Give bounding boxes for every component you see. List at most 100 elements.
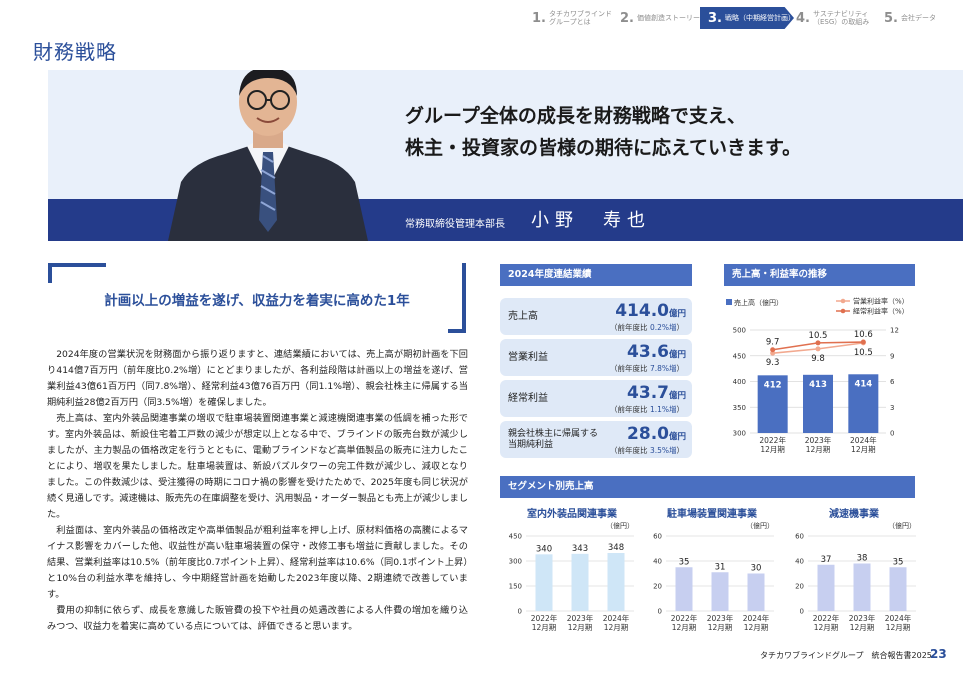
y-tick-label: 300 [733,430,746,438]
bar-value-label: 414 [854,379,872,389]
kpi-value: 43.7億円 [627,383,686,403]
x-tick-label: 2022年 [671,613,698,623]
y-tick-label: 60 [653,533,662,541]
segment-panel-header: セグメント別売上高 [500,476,915,498]
kpi-change-prefix: （前年度比 [610,364,650,373]
kpi-change-value: 0.2%増 [649,323,677,332]
body-text: 2024年度の営業状況を財務面から振り返りますと、連結業績においては、売上高が期… [47,347,468,635]
y-tick-label: 20 [795,583,804,591]
body-paragraph: 費用の抑制に依らず、成長を意識した販管費の投下や社員の処遇改善による人件費の増加… [47,605,468,632]
y-tick-label: 300 [509,558,522,566]
bar [607,553,625,611]
executive-portrait [168,70,368,241]
nav-step-4[interactable]: 4. サステナビリティ （ESG）の取組み [796,7,869,29]
segment-title: 室内外装品関連事業 [527,507,618,520]
line-point [815,340,821,346]
executive-name: 小野 寿也 [531,210,651,231]
kpi-value: 43.6億円 [627,342,686,362]
bar-value-label: 35 [679,557,690,567]
body-paragraph: 2024年度の営業状況を財務面から振り返りますと、連結業績においては、売上高が期… [47,349,468,408]
kpi-change-suffix: ） [676,405,685,414]
x-tick-label: 12月期 [532,623,557,632]
kpi-change-value: 3.5%増 [649,446,677,455]
section-subheading: 計画以上の増益を遂げ、収益力を着実に高めた1年 [104,293,410,309]
bar-value-label: 412 [764,380,782,390]
bar-value-label: 37 [821,555,832,565]
y-tick-label: 450 [509,533,522,541]
kpi-number: 43.6 [627,342,669,362]
line-point [770,347,776,353]
y-tick-label: 20 [653,583,662,591]
kpi-change: （前年度比 7.8%増） [610,363,684,374]
bar-value-label: 35 [893,557,904,567]
segment-chart-interior: 室内外装品関連事業（億円）01503004503402022年12月期34320… [509,507,634,632]
x-tick-label: 2022年 [813,613,840,623]
kpi-unit: 億円 [668,391,686,401]
x-tick-label: 2023年 [805,435,832,445]
kpi-number: 414.0 [615,301,669,321]
kpi-label: 売上高 [508,311,538,322]
kpi-label: 経常利益 [508,393,548,404]
x-tick-label: 2022年 [759,435,786,445]
page-title: 財務戦略 [33,40,117,64]
hero-quote: グループ全体の成長を財務戦略で支え、 株主・投資家の皆様の期待に応えていきます。 [405,105,802,159]
kpi-unit: 億円 [668,350,686,360]
kpi-value: 414.0億円 [615,301,686,321]
y-tick-label: 150 [509,583,522,591]
nav-step-label: 戦略（中期経営計画） [724,14,795,22]
unit-label: （億円） [888,521,916,530]
y-tick-label: 0 [658,608,662,616]
body-paragraph: 売上高は、室内外装品関連事業の増収で駐車場装置関連事業と減速機関連事業の低調を補… [47,413,468,520]
x-tick-label: 2024年 [885,613,912,623]
trend-panel-header: 売上高・利益率の推移 [724,264,915,286]
kpi-change: （前年度比 1.1%増） [610,404,684,415]
x-tick-label: 12月期 [850,623,875,632]
x-tick-label: 2023年 [707,613,734,623]
bar-value-label: 31 [715,562,726,572]
corner-accent [48,263,106,267]
y-tick-label: 400 [733,378,746,386]
kpi-value: 28.0億円 [627,424,686,444]
line-value-label: 9.3 [766,358,780,368]
legend-label: 売上高（億円） [734,298,783,307]
y2-tick-label: 3 [890,404,894,412]
kpi-card: 営業利益 43.6億円 （前年度比 7.8%増） [500,339,692,376]
x-tick-label: 2023年 [849,613,876,623]
body-paragraph: 利益面は、室内外装品の価格改定や高単価製品が粗利益率を押し上げ、原材料価格の高騰… [47,525,468,600]
bar-value-label: 348 [608,543,624,553]
unit-label: （億円） [746,521,774,530]
kpi-label: 営業利益 [508,352,548,363]
kpi-number: 43.7 [627,383,669,403]
y2-tick-label: 12 [890,327,899,335]
footer-report-name: タチカワブラインドグループ 統合報告書2025 [760,651,932,660]
y2-tick-label: 0 [890,430,894,438]
legend-swatch [840,298,846,304]
kpi-change-prefix: （前年度比 [610,323,650,332]
segment-title: 駐車場装置関連事業 [667,507,758,520]
legend-label: 営業利益率（%） [853,297,909,306]
x-tick-label: 2024年 [850,435,877,445]
kpi-change-prefix: （前年度比 [610,405,650,414]
kpi-change-value: 7.8%増 [649,364,677,373]
y-tick-label: 0 [518,608,522,616]
kpi-card: 売上高 414.0億円 （前年度比 0.2%増） [500,298,692,335]
bar-value-label: 38 [857,554,868,564]
nav-step-2[interactable]: 2. 価値創造ストーリー [620,7,700,29]
nav-step-number: 2. [620,10,634,26]
legend-swatch [726,299,732,305]
subheading-box: 計画以上の増益を遂げ、収益力を着実に高めた1年 [48,263,466,333]
nav-step-label: サステナビリティ （ESG）の取組み [812,10,870,26]
y-tick-label: 60 [795,533,804,541]
y-tick-label: 40 [795,558,804,566]
nav-step-label: タチカワブラインド グループとは [548,10,612,26]
nav-step-5[interactable]: 5. 会社データ [884,7,936,29]
line-point [815,346,821,352]
nav-step-3[interactable]: 3. 戦略（中期経営計画） [700,7,795,29]
x-tick-label: 2024年 [603,613,630,623]
nav-step-number: 1. [532,10,546,26]
nav-step-1[interactable]: 1. タチカワブラインド グループとは [532,7,612,29]
bar-value-label: 413 [809,380,827,390]
x-tick-label: 2023年 [567,613,594,623]
y-tick-label: 0 [800,608,804,616]
nav-step-label: 会社データ [900,14,936,22]
